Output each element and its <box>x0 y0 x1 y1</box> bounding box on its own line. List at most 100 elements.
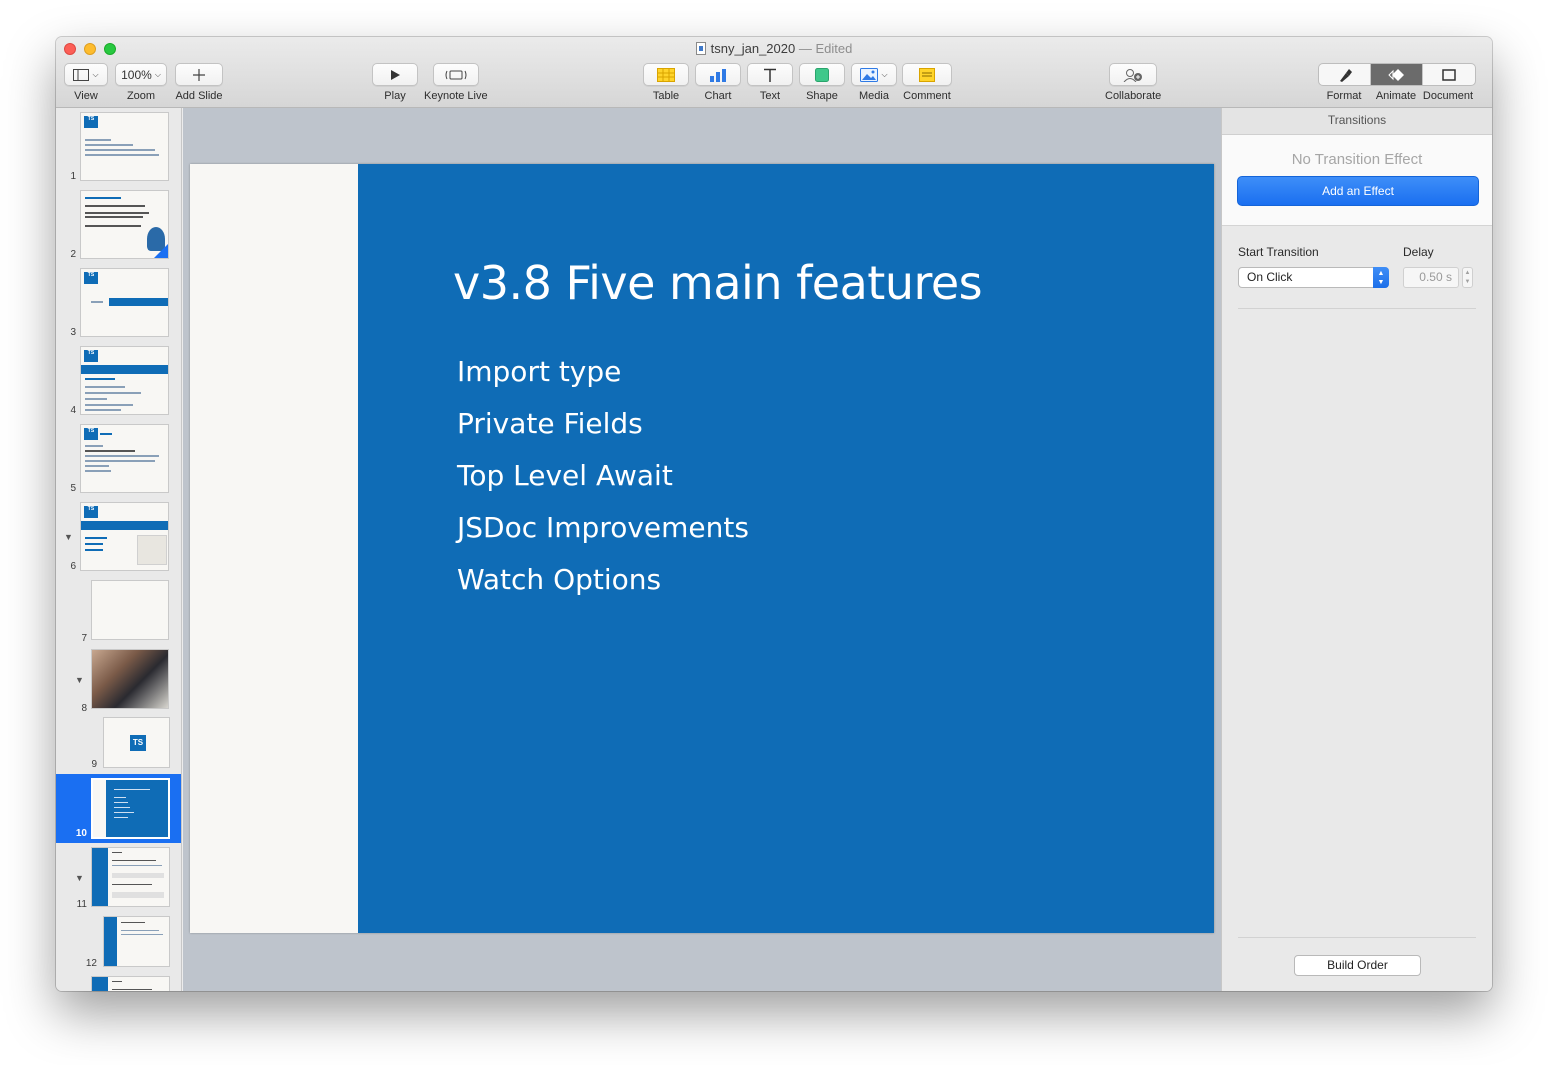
document-tab[interactable] <box>1423 64 1475 85</box>
slide-number: 1 <box>70 171 76 182</box>
text-control: Text <box>747 63 793 102</box>
animate-tab[interactable] <box>1371 64 1423 85</box>
chart-button[interactable] <box>695 63 741 86</box>
text-line <box>85 197 121 199</box>
slide-number: 4 <box>70 405 76 416</box>
text-line <box>85 450 135 452</box>
text-line <box>114 789 150 790</box>
slide-number: 11 <box>76 899 87 910</box>
shape-button[interactable] <box>799 63 845 86</box>
text-line <box>85 212 149 214</box>
chevron-down-icon: ⌵ <box>92 69 99 79</box>
text-line <box>114 802 128 803</box>
start-transition-value: On Click <box>1247 270 1293 284</box>
format-tab[interactable] <box>1319 64 1371 85</box>
play-control: Play <box>372 63 418 102</box>
build-order-button[interactable]: Build Order <box>1294 955 1421 976</box>
slide-navigator: TS 1 2 TS 3 TS 4 TS 5 ▼ TS 6 7 ▼ 8 TS 9 … <box>56 108 182 991</box>
table-button[interactable] <box>643 63 689 86</box>
text-line <box>85 404 133 406</box>
keynote-window: tsny_jan_2020 — Edited ⌵ View 100% ⌵ Zoom… <box>56 37 1492 991</box>
media-button[interactable]: ⌵ <box>851 63 897 86</box>
popup-arrows-icon: ▲ ▼ <box>1373 267 1389 288</box>
keynote-live-button[interactable] <box>432 63 479 86</box>
slide-thumbnail-12[interactable]: 12 <box>56 914 181 970</box>
media-control: ⌵ Media <box>851 63 897 102</box>
text-line <box>85 139 111 141</box>
ts-logo: TS <box>84 116 98 128</box>
document-icon <box>1442 68 1456 81</box>
transition-effect-section: No Transition Effect Add an Effect <box>1222 135 1492 226</box>
text-line <box>112 989 152 990</box>
slide-thumbnail-3[interactable]: TS 3 <box>56 264 181 338</box>
add-slide-label: Add Slide <box>175 90 223 102</box>
delay-stepper[interactable]: ▲ ▼ <box>1462 267 1473 288</box>
slide-thumbnail-8[interactable]: ▼ 8 <box>56 645 181 715</box>
slide-body[interactable]: Import type Private Fields Top Level Awa… <box>457 346 749 606</box>
slide-thumbnail-9[interactable]: TS 9 <box>56 715 181 781</box>
comment-label: Comment <box>903 90 951 102</box>
slide-thumbnail-7[interactable]: 7 <box>56 576 181 650</box>
keynote-document-icon <box>695 42 706 55</box>
blue-sidebar <box>92 977 108 991</box>
text-line <box>85 154 159 156</box>
document-name: tsny_jan_2020 <box>710 41 796 56</box>
slide-thumbnail-2[interactable]: 2 <box>56 186 181 260</box>
chevron-down-icon: ⌵ <box>154 69 161 79</box>
text-line <box>85 398 107 400</box>
slide-preview <box>91 580 169 640</box>
inspector-tabs <box>1318 63 1476 86</box>
current-slide[interactable]: v3.8 Five main features Import type Priv… <box>190 164 1214 933</box>
slide-thumbnail-11[interactable]: ▼ 11 <box>56 847 181 913</box>
ts-logo: TS <box>84 350 98 362</box>
text-line <box>114 817 128 818</box>
disclosure-triangle-icon[interactable]: ▼ <box>75 675 84 685</box>
ts-logo: TS <box>84 272 98 284</box>
window-title: tsny_jan_2020 — Edited <box>56 41 1492 56</box>
zoom-popup[interactable]: 100% ⌵ <box>115 63 167 86</box>
delay-label: Delay <box>1403 245 1434 259</box>
text-icon <box>764 68 776 82</box>
edited-status: — Edited <box>798 41 853 56</box>
slide-thumbnail-5[interactable]: TS 5 <box>56 420 181 494</box>
slide-thumbnail-6[interactable]: ▼ TS 6 <box>56 498 181 572</box>
slide-title[interactable]: v3.8 Five main features <box>453 256 983 310</box>
slide-thumbnail-1[interactable]: TS 1 <box>56 108 181 182</box>
toolbar: tsny_jan_2020 — Edited ⌵ View 100% ⌵ Zoom… <box>56 37 1492 108</box>
collaborate-button[interactable] <box>1109 63 1158 86</box>
add-slide-button[interactable] <box>175 63 223 86</box>
text-line <box>112 865 162 866</box>
inspector-segmented-control: Format Animate Document <box>1318 63 1476 102</box>
text-line <box>121 934 163 935</box>
text-line <box>112 852 122 853</box>
code-block <box>112 892 164 898</box>
disclosure-triangle-icon[interactable]: ▼ <box>64 532 73 542</box>
text-button[interactable] <box>747 63 793 86</box>
bullet-item: Private Fields <box>457 407 643 440</box>
document-label: Document <box>1422 90 1474 102</box>
view-sidebar-icon <box>73 68 90 81</box>
delay-field[interactable]: 0.50 s <box>1403 267 1459 288</box>
table-icon <box>657 67 675 82</box>
text-line <box>85 386 125 388</box>
slide-thumbnail-4[interactable]: TS 4 <box>56 342 181 416</box>
slide-number: 6 <box>70 561 76 572</box>
disclosure-triangle-icon[interactable]: ▼ <box>75 873 84 883</box>
slide-number: 5 <box>70 483 76 494</box>
format-label: Format <box>1326 90 1362 102</box>
play-button[interactable] <box>372 63 418 86</box>
divider <box>1238 937 1476 938</box>
slide-thumbnail-10[interactable]: 10 <box>56 774 181 843</box>
slide-thumbnail-partial[interactable] <box>56 974 181 991</box>
add-effect-button[interactable]: Add an Effect <box>1237 176 1479 206</box>
animate-inspector: Transitions No Transition Effect Add an … <box>1221 108 1492 991</box>
collaborate-person-icon <box>1123 68 1143 82</box>
slide-canvas[interactable]: v3.8 Five main features Import type Priv… <box>183 108 1221 991</box>
transitions-header: Transitions <box>1222 108 1492 135</box>
comment-button[interactable] <box>902 63 952 86</box>
start-transition-select[interactable]: On Click ▲ ▼ <box>1238 267 1389 288</box>
text-line <box>121 930 159 931</box>
map-image <box>137 535 167 565</box>
text-label: Text <box>759 90 781 102</box>
view-button[interactable]: ⌵ <box>64 63 108 86</box>
